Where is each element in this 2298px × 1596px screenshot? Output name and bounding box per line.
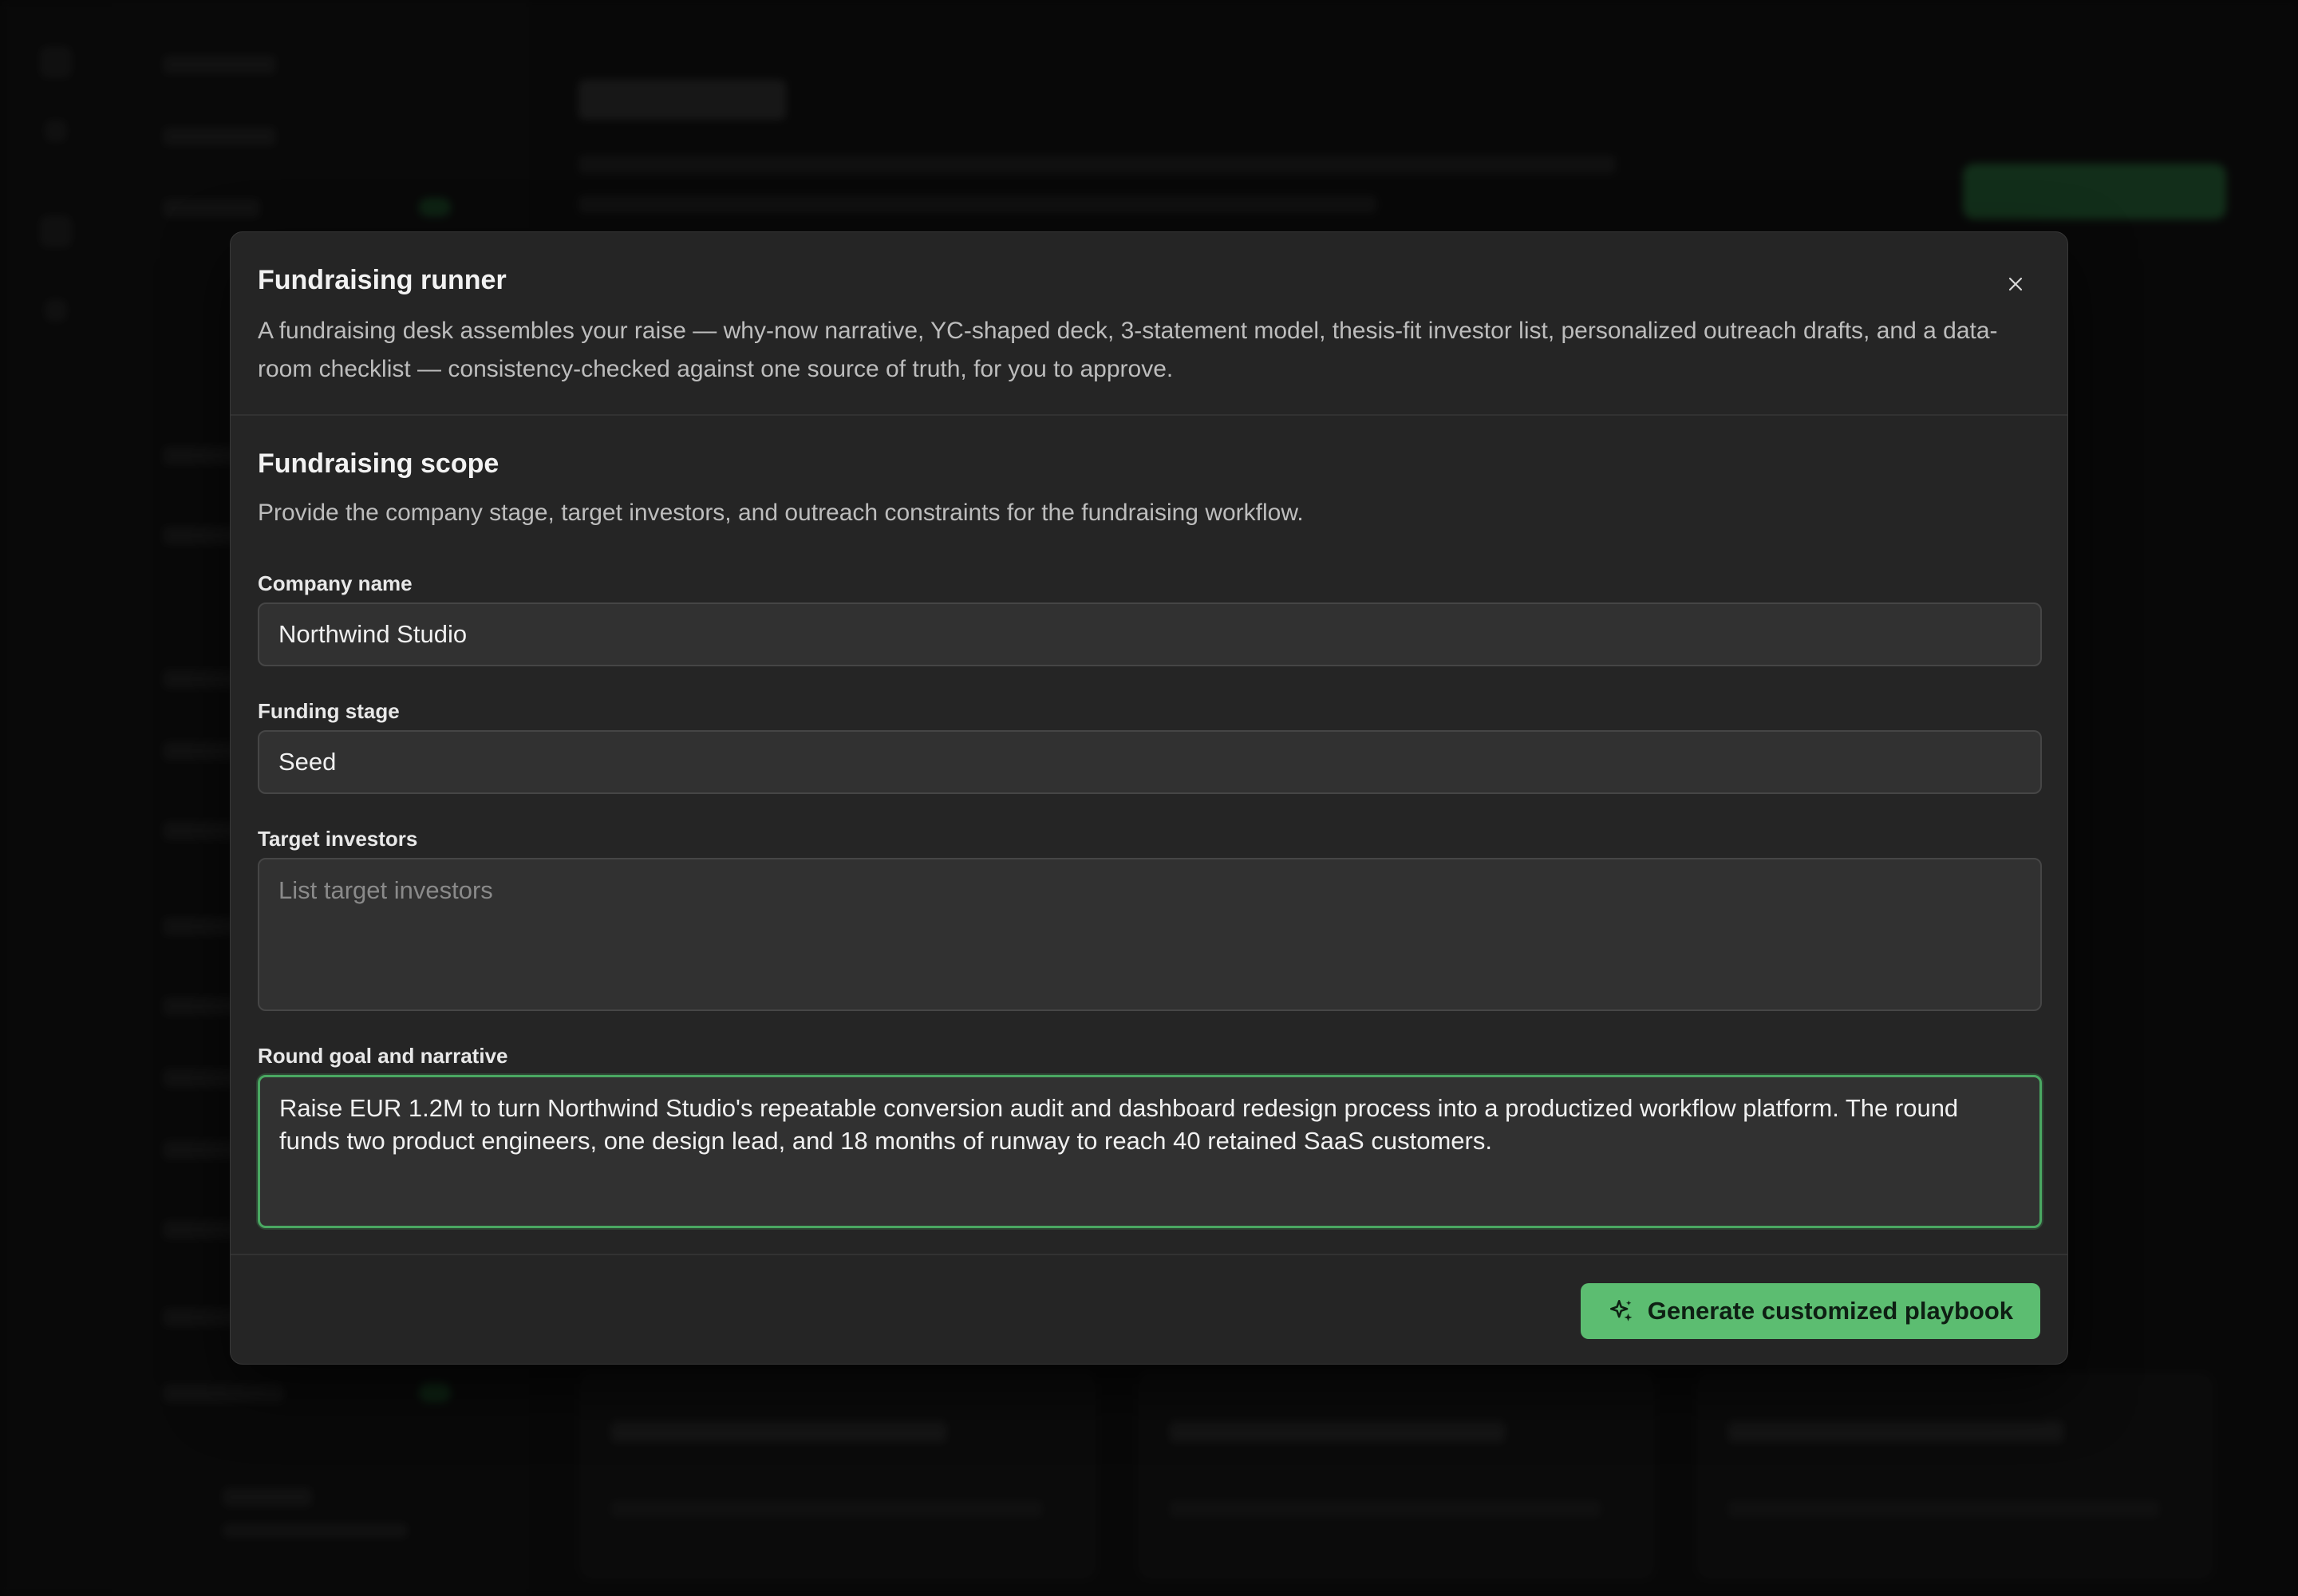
section-description: Provide the company stage, target invest… (258, 500, 1304, 526)
dialog-title: Fundraising runner (258, 265, 507, 295)
fundraising-runner-dialog: Fundraising runner A fundraising desk as… (230, 231, 2068, 1365)
target-investors-textarea[interactable] (258, 858, 2042, 1011)
dialog-footer: Generate customized playbook (231, 1254, 2067, 1365)
close-icon (2008, 277, 2023, 291)
close-button[interactable] (1996, 264, 2035, 304)
company-name-input[interactable] (258, 602, 2042, 666)
dialog-description: A fundraising desk assembles your raise … (258, 318, 1998, 382)
dialog-header: Fundraising runner A fundraising desk as… (231, 232, 2067, 416)
funding-stage-label: Funding stage (258, 699, 400, 723)
fundraising-scope-section: Fundraising scope Provide the company st… (258, 448, 2042, 529)
section-title: Fundraising scope (258, 448, 499, 479)
round-goal-label: Round goal and narrative (258, 1044, 508, 1068)
sparkles-icon (1609, 1299, 1633, 1321)
generate-playbook-button[interactable]: Generate customized playbook (1580, 1283, 2040, 1339)
round-goal-textarea[interactable]: Raise EUR 1.2M to turn Northwind Studio'… (258, 1075, 2042, 1228)
company-name-label: Company name (258, 571, 413, 595)
target-investors-label: Target investors (258, 827, 418, 851)
funding-stage-input[interactable] (258, 730, 2042, 794)
generate-playbook-label: Generate customized playbook (1647, 1297, 2013, 1325)
